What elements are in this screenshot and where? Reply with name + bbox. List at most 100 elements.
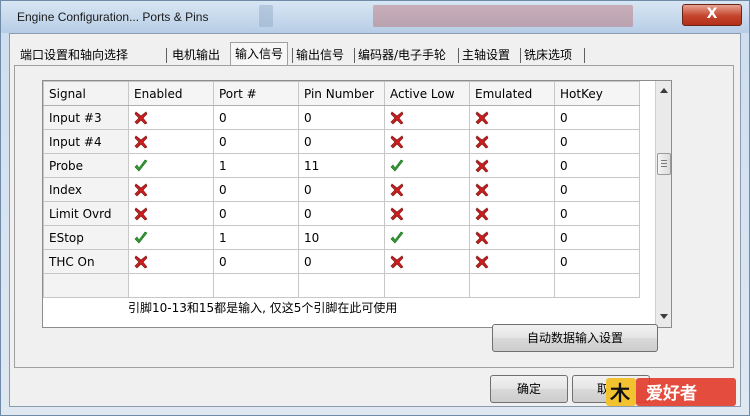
- table-row[interactable]: THC On 0 0 0: [43, 249, 640, 274]
- cell-port[interactable]: 0: [213, 201, 299, 226]
- tab-motor-output[interactable]: 电机输出: [172, 44, 220, 66]
- col-header-enabled[interactable]: Enabled: [128, 81, 214, 106]
- cell-emulated[interactable]: [469, 129, 555, 154]
- cell-port[interactable]: 1: [213, 153, 299, 178]
- cell-pin-number[interactable]: 0: [298, 105, 385, 130]
- table-row[interactable]: [43, 273, 640, 298]
- scroll-down-icon[interactable]: [660, 314, 668, 319]
- cell-port[interactable]: 0: [213, 129, 299, 154]
- cell-partial: [43, 273, 129, 298]
- tab-output-signals[interactable]: 输出信号: [296, 44, 344, 66]
- cell-enabled[interactable]: [128, 249, 214, 274]
- cell-enabled[interactable]: [128, 129, 214, 154]
- col-header-signal[interactable]: Signal: [43, 81, 129, 106]
- cell-emulated[interactable]: [469, 249, 555, 274]
- table-row[interactable]: Index 0 0 0: [43, 177, 640, 202]
- cell-port[interactable]: 1: [213, 225, 299, 250]
- cell-pin-number[interactable]: 0: [298, 129, 385, 154]
- auto-input-setup-button[interactable]: 自动数据输入设置: [492, 324, 658, 352]
- cell-port[interactable]: 0: [213, 249, 299, 274]
- cell-signal[interactable]: Input #3: [43, 105, 129, 130]
- check-icon: [390, 231, 404, 244]
- cell-hotkey[interactable]: 0: [554, 153, 640, 178]
- scroll-up-icon[interactable]: [660, 88, 668, 93]
- table-row[interactable]: Input #3 0 0 0: [43, 105, 640, 130]
- cell-enabled[interactable]: [128, 153, 214, 178]
- table-row[interactable]: Probe 1 11 0: [43, 153, 640, 178]
- cell-signal[interactable]: Index: [43, 177, 129, 202]
- tab-separator: [584, 48, 585, 63]
- cross-icon: [475, 135, 489, 149]
- cell-emulated[interactable]: [469, 105, 555, 130]
- background-window-strip: [373, 5, 633, 27]
- tab-port-axis[interactable]: 端口设置和轴向选择: [20, 44, 128, 66]
- table-row[interactable]: Limit Ovrd 0 0 0: [43, 201, 640, 226]
- col-header-pin-number[interactable]: Pin Number: [298, 81, 385, 106]
- table-row[interactable]: Input #4 0 0 0: [43, 129, 640, 154]
- cross-icon: [475, 207, 489, 221]
- tab-mill-options[interactable]: 铣床选项: [524, 44, 572, 66]
- cell-pin-number[interactable]: 0: [298, 249, 385, 274]
- col-header-port[interactable]: Port #: [213, 81, 299, 106]
- tab-separator: [520, 48, 521, 63]
- cell-signal[interactable]: Limit Ovrd: [43, 201, 129, 226]
- cross-icon: [134, 207, 148, 221]
- table-row[interactable]: EStop 1 10 0: [43, 225, 640, 250]
- cross-icon: [475, 231, 489, 245]
- cell-hotkey[interactable]: 0: [554, 177, 640, 202]
- cell-hotkey[interactable]: 0: [554, 225, 640, 250]
- tab-input-signals[interactable]: 输入信号: [230, 42, 289, 66]
- cell-active-low[interactable]: [384, 129, 470, 154]
- vertical-scrollbar[interactable]: [655, 81, 671, 327]
- cell-signal[interactable]: Probe: [43, 153, 129, 178]
- cell-active-low[interactable]: [384, 105, 470, 130]
- cross-icon: [390, 183, 404, 197]
- cell-emulated[interactable]: [469, 201, 555, 226]
- title-bar[interactable]: Engine Configuration... Ports & Pins X: [1, 1, 749, 33]
- cell-signal[interactable]: THC On: [43, 249, 129, 274]
- cell-enabled[interactable]: [128, 177, 214, 202]
- cell-pin-number[interactable]: 0: [298, 201, 385, 226]
- cell-hotkey[interactable]: 0: [554, 201, 640, 226]
- cell-partial: [384, 273, 470, 298]
- scroll-thumb[interactable]: [657, 153, 671, 175]
- cell-enabled[interactable]: [128, 225, 214, 250]
- pin-note: 引脚10-13和15都是输入, 仅这5个引脚在此可使用: [128, 301, 398, 315]
- cell-pin-number[interactable]: 0: [298, 177, 385, 202]
- cell-port[interactable]: 0: [213, 177, 299, 202]
- cell-signal[interactable]: EStop: [43, 225, 129, 250]
- cell-active-low[interactable]: [384, 153, 470, 178]
- ok-button[interactable]: 确定: [490, 375, 568, 403]
- cell-hotkey[interactable]: 0: [554, 129, 640, 154]
- cross-icon: [390, 207, 404, 221]
- cell-active-low[interactable]: [384, 249, 470, 274]
- cell-signal[interactable]: Input #4: [43, 129, 129, 154]
- cross-icon: [475, 111, 489, 125]
- cell-enabled[interactable]: [128, 201, 214, 226]
- col-header-hotkey[interactable]: HotKey: [554, 81, 640, 106]
- close-button[interactable]: X: [682, 4, 742, 26]
- tab-separator: [292, 48, 293, 63]
- cell-emulated[interactable]: [469, 153, 555, 178]
- cell-port[interactable]: 0: [213, 105, 299, 130]
- signal-grid: Signal Enabled Port # Pin Number Active …: [42, 80, 672, 328]
- cell-partial: [128, 273, 214, 298]
- cell-active-low[interactable]: [384, 201, 470, 226]
- cell-active-low[interactable]: [384, 225, 470, 250]
- cell-hotkey[interactable]: 0: [554, 249, 640, 274]
- cell-pin-number[interactable]: 11: [298, 153, 385, 178]
- cell-emulated[interactable]: [469, 225, 555, 250]
- cell-pin-number[interactable]: 10: [298, 225, 385, 250]
- cell-emulated[interactable]: [469, 177, 555, 202]
- tab-encoder-mpg[interactable]: 编码器/电子手轮: [358, 44, 446, 66]
- col-header-emulated[interactable]: Emulated: [469, 81, 555, 106]
- col-header-active-low[interactable]: Active Low: [384, 81, 470, 106]
- tab-separator: [458, 48, 459, 63]
- cell-enabled[interactable]: [128, 105, 214, 130]
- tab-spindle-setup[interactable]: 主轴设置: [462, 44, 510, 66]
- cell-partial: [469, 273, 555, 298]
- grip-icon: [661, 160, 667, 168]
- cell-active-low[interactable]: [384, 177, 470, 202]
- cell-hotkey[interactable]: 0: [554, 105, 640, 130]
- cross-icon: [134, 255, 148, 269]
